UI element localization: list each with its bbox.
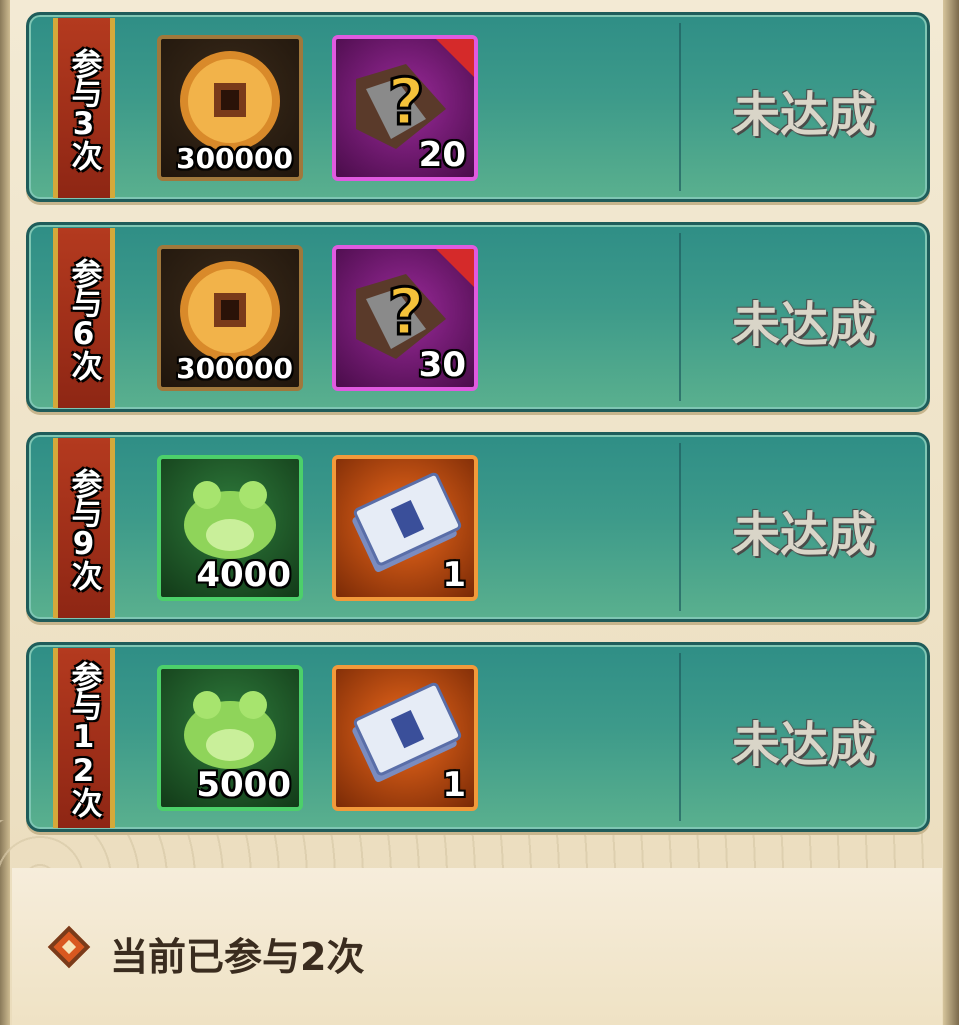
status-label: 未达成 [731, 87, 876, 143]
reward-quantity: 1 [442, 765, 466, 805]
reward-quantity: 30 [418, 345, 466, 385]
milestone-label: 参与12次 [65, 660, 102, 816]
reward-item-mystery-box[interactable]: ? 30 [332, 245, 478, 391]
reward-item-copper-coin[interactable]: 300000 [157, 245, 303, 391]
reward-quantity: 5000 [196, 765, 291, 805]
row-divider [679, 443, 681, 611]
reward-quantity: 20 [418, 135, 466, 175]
footer-panel: 当前已参与2次 [12, 868, 942, 1025]
reward-quantity: 4000 [196, 555, 291, 595]
svg-text:?: ? [387, 276, 424, 350]
milestone-banner: 参与6次 [53, 228, 115, 408]
status-label: 未达成 [731, 297, 876, 353]
corner-flag [436, 249, 474, 287]
reward-quantity: 1 [442, 555, 466, 595]
reward-item-ticket[interactable]: 1 [332, 665, 478, 811]
reward-item-green-frog[interactable]: 4000 [157, 455, 303, 601]
participation-count-text: 当前已参与2次 [110, 935, 365, 979]
status-label: 未达成 [731, 507, 876, 563]
reward-row: 参与6次 300000 ? 30 未达成 [26, 222, 930, 412]
reward-item-copper-coin[interactable]: 300000 [157, 35, 303, 181]
milestone-banner: 参与3次 [53, 18, 115, 198]
milestone-label: 参与9次 [65, 467, 102, 589]
milestone-label: 参与3次 [65, 47, 102, 169]
reward-row: 参与12次 5000 1 未达成 [26, 642, 930, 832]
reward-item-mystery-box[interactable]: ? 20 [332, 35, 478, 181]
milestone-banner: 参与12次 [53, 648, 115, 828]
row-divider [679, 653, 681, 821]
reward-quantity: 300000 [176, 142, 293, 175]
row-divider [679, 23, 681, 191]
frame-left-edge [0, 0, 10, 1025]
reward-row: 参与9次 4000 1 未达成 [26, 432, 930, 622]
corner-flag [436, 39, 474, 77]
reward-item-green-frog[interactable]: 5000 [157, 665, 303, 811]
milestone-banner: 参与9次 [53, 438, 115, 618]
frame-right-edge [943, 0, 959, 1025]
milestone-label: 参与6次 [65, 257, 102, 379]
reward-item-ticket[interactable]: 1 [332, 455, 478, 601]
diamond-bullet-icon [47, 925, 91, 969]
reward-row: 参与3次 300000 ? 20 未达成 [26, 12, 930, 202]
reward-quantity: 300000 [176, 352, 293, 385]
svg-text:?: ? [387, 66, 424, 140]
status-label: 未达成 [731, 717, 876, 773]
row-divider [679, 233, 681, 401]
